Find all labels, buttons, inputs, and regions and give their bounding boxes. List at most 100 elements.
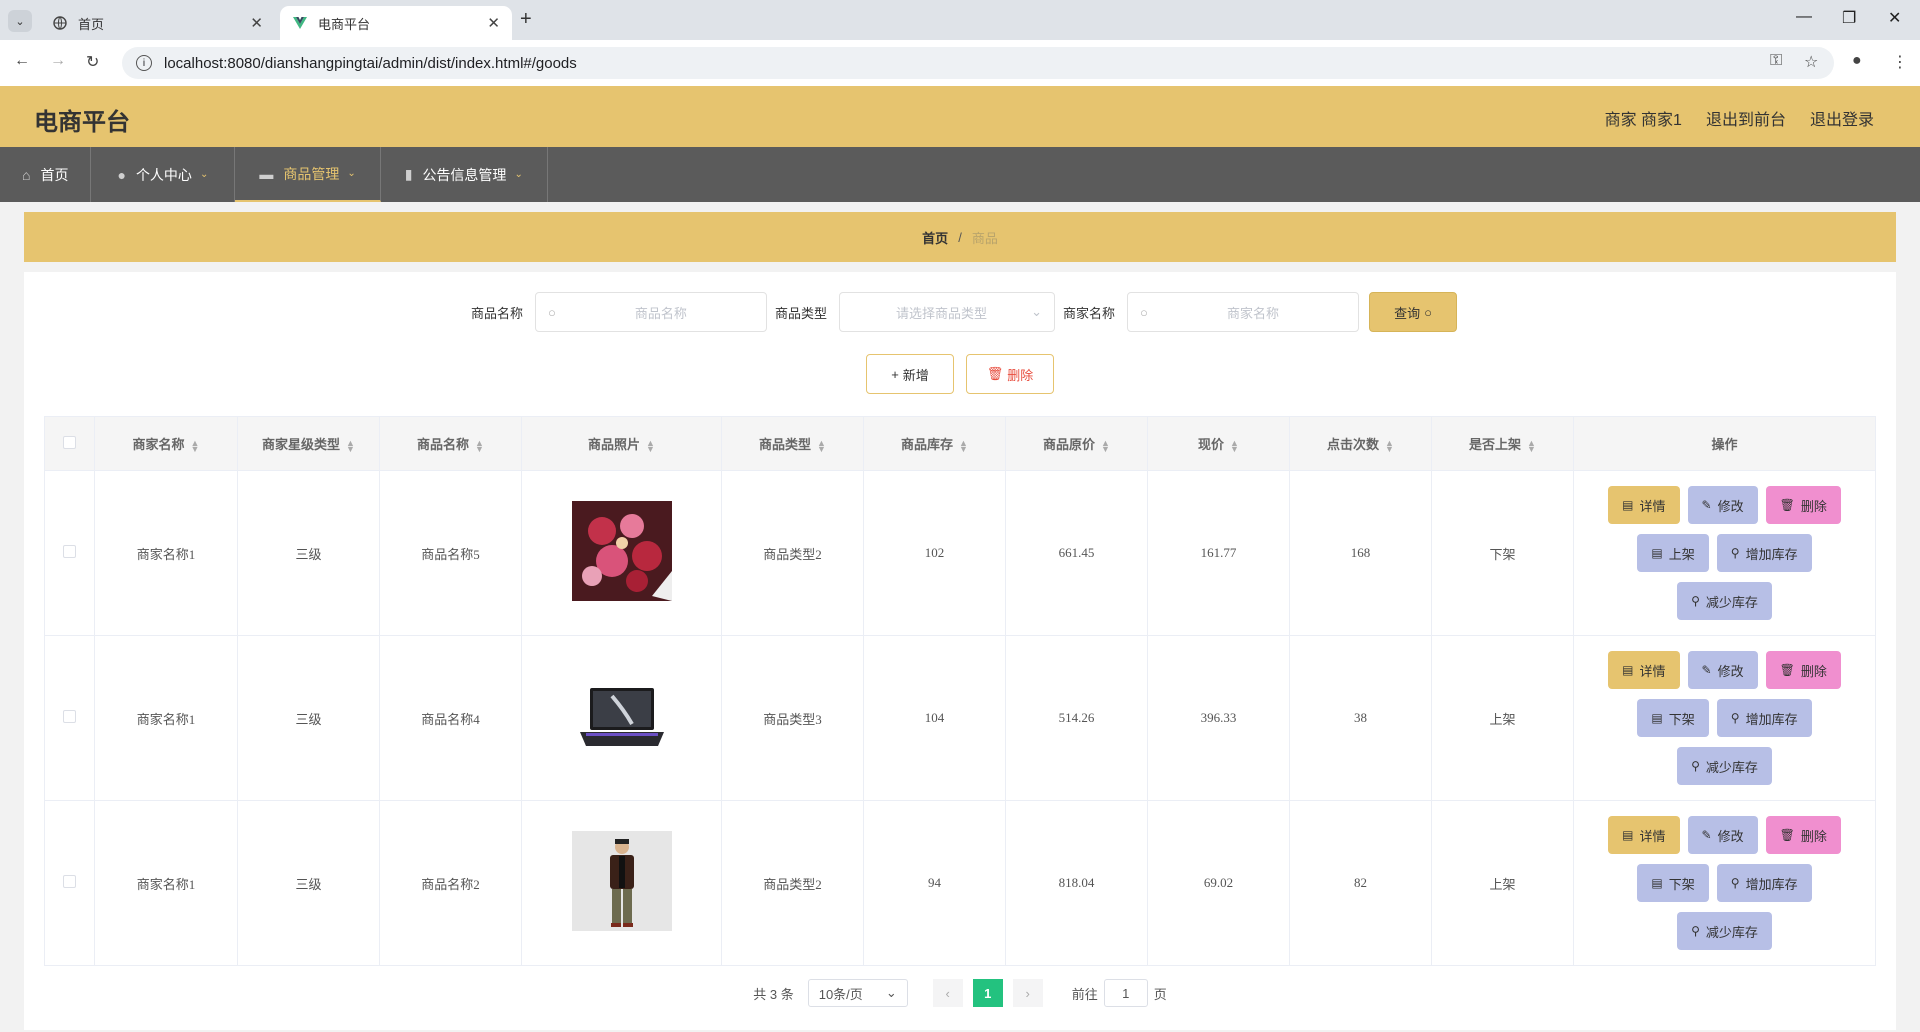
toggle-sale-button[interactable]: ▤ 下架 [1637, 864, 1709, 902]
row-checkbox[interactable] [63, 544, 76, 558]
cell-clicks: 82 [1289, 800, 1432, 966]
edit-button[interactable]: ✎ 修改 [1687, 816, 1758, 854]
toggle-sale-button[interactable]: ▤ 上架 [1637, 534, 1709, 572]
exit-to-front-link[interactable]: 退出到前台 [1706, 106, 1786, 130]
column-header[interactable]: 商家名称 ▲ ▼ [94, 416, 238, 471]
menu-label: 首页 [40, 166, 69, 183]
sort-icon: ▲ ▼ [1527, 437, 1536, 454]
next-page-button[interactable]: › [1012, 979, 1043, 1007]
column-header[interactable]: 商品名称 ▲ ▼ [379, 416, 522, 471]
reduce-stock-button[interactable]: ⚲ 减少库存 [1677, 912, 1772, 950]
delete-button[interactable]: 🗑 删除 [1765, 486, 1841, 524]
select-all-checkbox[interactable] [63, 435, 76, 449]
cell-stock: 94 [863, 800, 1006, 966]
sort-icon: ▲ ▼ [475, 437, 484, 454]
cell-operations: ▤ 详情 ✎ 修改 🗑 删除 ▤ 下架 ⚲ 增加库存 ⚲ 减少库存 [1573, 635, 1876, 801]
goods-name-label: 商品名称 [470, 305, 523, 321]
column-header[interactable]: 商家星级类型 ▲ ▼ [237, 416, 380, 471]
query-button[interactable]: 查询 ○ [1369, 292, 1458, 332]
breadcrumb-home[interactable]: 首页 [922, 228, 948, 247]
cell-price: 69.02 [1147, 800, 1290, 966]
menu-item-profile[interactable]: ● 个人中心 ⌄ [91, 147, 236, 202]
close-tab-icon[interactable]: ✕ [250, 14, 263, 32]
column-header[interactable]: 现价 ▲ ▼ [1147, 416, 1290, 471]
column-header[interactable]: 是否上架 ▲ ▼ [1431, 416, 1574, 471]
goto-page-input[interactable]: 1 [1103, 979, 1148, 1007]
cell-photo [521, 635, 722, 801]
column-header-operations: 操作 [1573, 416, 1876, 471]
laptop-image [571, 666, 672, 769]
goods-name-input[interactable]: ○ 商品名称 [534, 292, 767, 332]
detail-button[interactable]: ▤ 详情 [1608, 486, 1680, 524]
column-header[interactable]: 商品照片 ▲ ▼ [521, 416, 722, 471]
page-number-current[interactable]: 1 [972, 979, 1003, 1007]
toggle-sale-button[interactable]: ▤ 下架 [1637, 699, 1709, 737]
cell-photo [521, 800, 722, 966]
restore-icon[interactable]: ❐ [1842, 8, 1856, 28]
add-stock-button[interactable]: ⚲ 增加库存 [1716, 534, 1812, 572]
reduce-stock-button[interactable]: ⚲ 减少库存 [1677, 582, 1772, 620]
search-icon: ○ [547, 304, 556, 320]
add-stock-button[interactable]: ⚲ 增加库存 [1716, 864, 1812, 902]
detail-button[interactable]: ▤ 详情 [1608, 816, 1680, 854]
current-user: 商家 商家1 [1604, 112, 1682, 129]
pencil-icon: ✎ [1701, 498, 1712, 512]
row-select-cell[interactable] [44, 470, 95, 636]
forward-icon[interactable]: → [50, 52, 66, 70]
cell-on-sale: 上架 [1431, 800, 1574, 966]
browser-tab-home[interactable]: 首页 ✕ [40, 6, 275, 40]
add-button[interactable]: + 新增 [866, 354, 954, 394]
prev-page-button[interactable]: ‹ [932, 979, 963, 1007]
cell-goods-name: 商品名称2 [379, 800, 522, 966]
table-header-row: 商家名称 ▲ ▼ 商家星级类型 ▲ ▼ 商品名称 ▲ ▼ 商品照片 ▲ ▼ 商品类型 ▲ ▼ 商品库… [44, 416, 1876, 471]
bookmark-star-icon[interactable]: ☆ [1804, 52, 1818, 72]
column-header[interactable]: 点击次数 ▲ ▼ [1289, 416, 1432, 471]
table-row: 商家名称1 三级 商品名称4 商品类型3 104 514.26 396.33 38 上架 ▤ 详情… [44, 635, 1876, 801]
batch-delete-button[interactable]: 🗑 删除 [966, 354, 1054, 394]
browser-menu-icon[interactable]: ⋮ [1892, 52, 1908, 72]
table-row: 商家名称1 三级 商品名称2 商品类型2 94 818.04 69.02 82 上架 ▤ 详情 ✎… [44, 800, 1876, 966]
delete-button[interactable]: 🗑 删除 [1765, 816, 1841, 854]
close-tab-icon[interactable]: ✕ [487, 14, 500, 32]
menu-item-home[interactable]: ⌂ 首页 [0, 147, 92, 202]
reload-icon[interactable]: ↻ [86, 52, 99, 72]
menu-item-goods[interactable]: ▬ 商品管理 ⌄ [235, 147, 381, 202]
search-form: 商品名称 ○ 商品名称 商品类型 请选择商品类型 ⌄ 商家名称 ○ 商家名称 查… [24, 292, 1896, 332]
add-stock-button[interactable]: ⚲ 增加库存 [1716, 699, 1812, 737]
row-checkbox[interactable] [63, 874, 76, 888]
sort-icon: ▲ ▼ [959, 437, 968, 454]
close-window-icon[interactable]: ✕ [1888, 8, 1901, 28]
add-label: 新增 [902, 367, 929, 383]
main-panel: 商品名称 ○ 商品名称 商品类型 请选择商品类型 ⌄ 商家名称 ○ 商家名称 查… [24, 272, 1896, 1030]
row-select-cell[interactable] [44, 635, 95, 801]
tab-search-button[interactable]: ⌄ [8, 10, 32, 32]
profile-icon[interactable]: ● [1852, 52, 1862, 70]
minimize-icon[interactable]: — [1796, 8, 1812, 26]
edit-button[interactable]: ✎ 修改 [1687, 651, 1758, 689]
back-icon[interactable]: ← [14, 52, 30, 70]
site-info-icon[interactable]: i [136, 55, 152, 71]
goods-type-select[interactable]: 请选择商品类型 ⌄ [839, 292, 1055, 332]
row-checkbox[interactable] [63, 709, 76, 723]
column-header[interactable]: 商品库存 ▲ ▼ [863, 416, 1006, 471]
password-key-icon[interactable]: ⚿ [1770, 52, 1782, 70]
url-field[interactable]: i localhost:8080/dianshangpingtai/admin/… [122, 47, 1834, 79]
trash-icon: 🗑 [1779, 828, 1795, 842]
browser-tab-active[interactable]: 电商平台 ✕ [280, 6, 512, 40]
menu-item-notice[interactable]: ▮ 公告信息管理 ⌄ [381, 147, 548, 202]
logout-link[interactable]: 退出登录 [1810, 106, 1874, 130]
select-all-cell[interactable] [44, 416, 95, 471]
search-icon: ○ [1424, 304, 1432, 320]
column-header[interactable]: 商品类型 ▲ ▼ [721, 416, 864, 471]
merchant-name-input[interactable]: ○ 商家名称 [1127, 292, 1360, 332]
edit-button[interactable]: ✎ 修改 [1687, 486, 1758, 524]
new-tab-icon[interactable]: + [520, 8, 532, 31]
page-size-select[interactable]: 10条/页 ⌄ [807, 979, 908, 1007]
reduce-stock-button[interactable]: ⚲ 减少库存 [1677, 747, 1772, 785]
delete-button[interactable]: 🗑 删除 [1765, 651, 1841, 689]
detail-button[interactable]: ▤ 详情 [1608, 651, 1680, 689]
column-header[interactable]: 商品原价 ▲ ▼ [1005, 416, 1148, 471]
merchant-name-label: 商家名称 [1063, 305, 1116, 321]
location-pin-icon: ⚲ [1691, 759, 1700, 773]
row-select-cell[interactable] [44, 800, 95, 966]
